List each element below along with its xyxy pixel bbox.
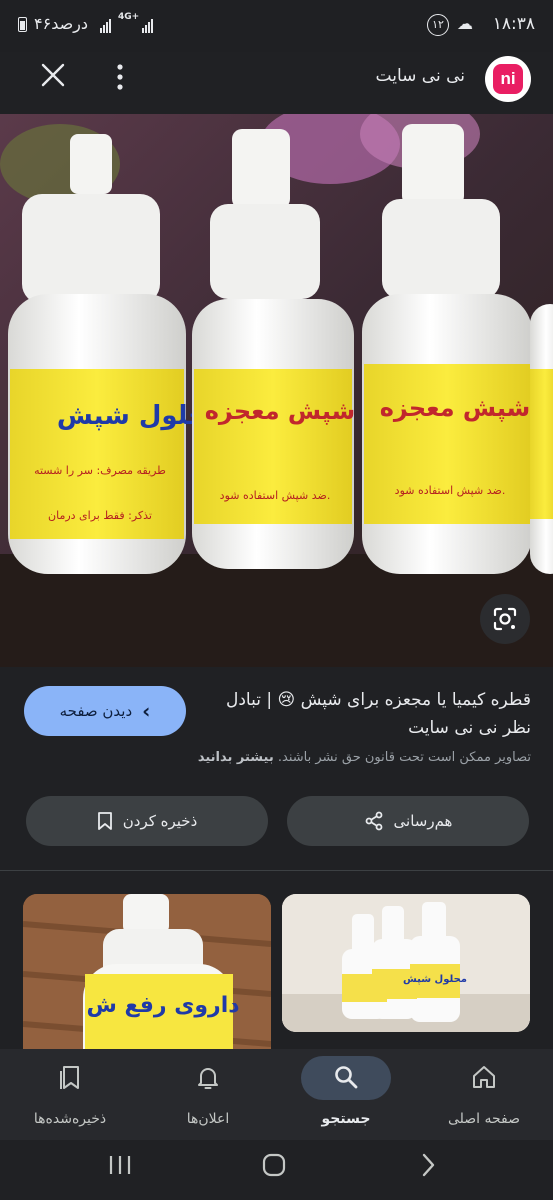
svg-text:ضد شپش استفاده شود.: ضد شپش استفاده شود.	[220, 489, 331, 502]
nav-search[interactable]: جستجو	[277, 1049, 415, 1140]
battery-level: ۴۶درصد	[34, 14, 89, 33]
search-icon	[335, 1066, 358, 1089]
bottom-navigation: صفحه اصلی جستجو اعلان‌ها ذخیره‌شده‌ها	[0, 1049, 553, 1140]
related-image-photo: محلول شپش	[282, 894, 530, 1032]
related-image[interactable]: داروی رفع ش	[23, 894, 271, 1074]
svg-text:داروی رفع ش: داروی رفع ش	[86, 993, 239, 1018]
bottles-photo: محلول شپش طریقه مصرف: سر را شسته تذکر: ف…	[0, 114, 553, 667]
nav-notifications[interactable]: اعلان‌ها	[139, 1049, 277, 1140]
site-logo-text: ni	[493, 64, 523, 94]
signal-icon-2	[142, 17, 153, 33]
status-bar: ۱۸:۳۸ ☁ ۱۲ ۴۶درصد 4G+	[0, 0, 553, 52]
learn-more-link[interactable]: بیشتر بدانید	[198, 750, 274, 765]
home-icon	[473, 1066, 495, 1088]
visit-page-button[interactable]: دیدن صفحه ‹	[24, 686, 186, 736]
svg-text:محلول شپش: محلول شپش	[403, 974, 467, 985]
copyright-text: تصاویر ممکن است تحت قانون حق نشر باشند.	[277, 750, 531, 765]
nav-saved[interactable]: ذخیره‌شده‌ها	[1, 1049, 139, 1140]
notification-count-badge: ۱۲	[427, 14, 449, 36]
divider	[0, 870, 553, 871]
share-button[interactable]: هم‌رسانی	[287, 796, 529, 846]
weather-icon: ☁	[457, 14, 473, 33]
network-type: 4G+	[118, 12, 140, 22]
related-image[interactable]: محلول شپش	[282, 894, 530, 1032]
bookmarks-icon	[60, 1066, 79, 1089]
back-icon[interactable]	[418, 1152, 438, 1178]
site-logo[interactable]: ni	[485, 56, 531, 102]
share-label: هم‌رسانی	[393, 812, 453, 830]
battery-icon	[18, 17, 27, 32]
more-options-icon[interactable]	[108, 62, 132, 92]
bookmark-icon	[97, 812, 112, 830]
chevron-left-icon: ‹	[142, 699, 151, 723]
viewer-header: ni نی نی سایت	[0, 52, 553, 114]
nav-saved-label: ذخیره‌شده‌ها	[33, 1111, 107, 1127]
google-lens-button[interactable]	[480, 594, 530, 644]
nav-home[interactable]: صفحه اصلی	[415, 1049, 553, 1140]
system-navigation-bar	[0, 1140, 553, 1200]
visit-page-label: دیدن صفحه	[59, 702, 133, 720]
recent-apps-icon[interactable]	[106, 1152, 134, 1178]
nav-notifications-label: اعلان‌ها	[186, 1111, 230, 1127]
nav-home-label: صفحه اصلی	[447, 1111, 521, 1127]
save-button[interactable]: ذخیره کردن	[26, 796, 268, 846]
home-button-icon[interactable]	[260, 1152, 288, 1178]
svg-text:طریقه مصرف: سر را شسته: طریقه مصرف: سر را شسته	[34, 464, 166, 477]
svg-text:ضد شپش استفاده شود.: ضد شپش استفاده شود.	[395, 484, 506, 497]
svg-text:شپش معجزه: شپش معجزه	[380, 394, 530, 422]
svg-text:تذکر: فقط برای درمان: تذکر: فقط برای درمان	[48, 509, 152, 522]
save-label: ذخیره کردن	[122, 812, 198, 830]
signal-icon	[100, 17, 111, 33]
lens-icon	[493, 607, 517, 631]
share-icon	[365, 811, 382, 831]
bell-icon	[198, 1068, 218, 1089]
nav-search-label: جستجو	[321, 1111, 371, 1127]
svg-text:شپش معجزه: شپش معجزه	[205, 397, 355, 425]
result-image[interactable]: محلول شپش طریقه مصرف: سر را شسته تذکر: ف…	[0, 114, 553, 667]
result-title[interactable]: قطره کیمیا یا مجعزه برای شپش 😢 | تبادل ن…	[211, 686, 531, 742]
related-image-photo: داروی رفع ش	[23, 894, 271, 1074]
status-time: ۱۸:۳۸	[492, 14, 535, 34]
copyright-notice: تصاویر ممکن است تحت قانون حق نشر باشند. …	[11, 750, 531, 765]
close-icon[interactable]	[38, 60, 68, 90]
site-name[interactable]: نی نی سایت	[376, 66, 465, 86]
